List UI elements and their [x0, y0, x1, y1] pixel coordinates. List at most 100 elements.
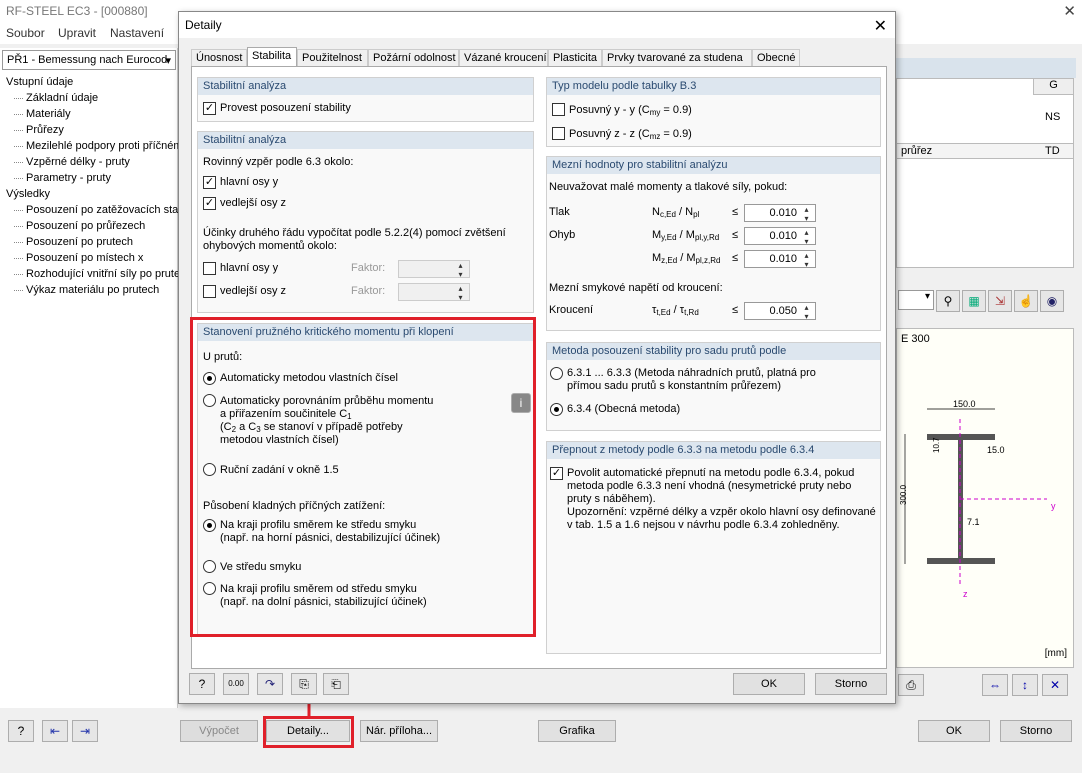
main-axis-checkbox[interactable]: ✓	[203, 176, 216, 189]
minor-axis-checkbox[interactable]: ✓	[203, 197, 216, 210]
calc-button[interactable]: Výpočet	[180, 720, 258, 742]
tree-item[interactable]: Posouzení po místech x	[0, 250, 178, 266]
group-member-set-method: Metoda posouzení stability pro sadu prut…	[546, 342, 881, 431]
export-arrow-icon[interactable]: ⇥	[72, 720, 98, 742]
stability-check-checkbox[interactable]: ✓	[203, 102, 216, 115]
units-icon[interactable]: 0.00	[223, 673, 249, 695]
main-axis-label: hlavní osy y	[220, 176, 279, 188]
tree-item[interactable]: Materiály	[0, 106, 178, 122]
print-icon[interactable]: ⎙	[898, 674, 924, 696]
tree-item[interactable]: Základní údaje	[0, 90, 178, 106]
tree-item[interactable]: Posouzení po prutech	[0, 234, 178, 250]
tab-obecne[interactable]: Obecné	[752, 49, 800, 67]
sway-yy-checkbox[interactable]	[552, 103, 565, 116]
group-header: Mezní hodnoty pro stabilitní analýzu	[547, 157, 880, 174]
dialog-ok-button[interactable]: OK	[733, 673, 805, 695]
svg-text:15.0: 15.0	[987, 445, 1005, 455]
group-header: Přepnout z metody podle 6.3.3 na metodu …	[547, 442, 880, 459]
export-icon[interactable]: ⇲	[988, 290, 1012, 312]
group-header: Stabilitní analýza	[198, 132, 533, 149]
menu-soubor[interactable]: Soubor	[6, 26, 45, 40]
eye-icon[interactable]: ◉	[1040, 290, 1064, 312]
tree-item[interactable]: Výsledky	[0, 186, 178, 202]
shear-label: Mezní smykové napětí od kroucení:	[549, 282, 723, 294]
save-defaults-icon[interactable]: ⎗	[323, 673, 349, 695]
help-icon[interactable]: ?	[189, 673, 215, 695]
dimension-icon[interactable]: ⇔	[982, 674, 1008, 696]
ratio-tau-input[interactable]: 0.050	[744, 302, 816, 321]
sway-zz-checkbox[interactable]	[552, 127, 565, 140]
cell-ns: NS	[1045, 111, 1061, 123]
tree-item[interactable]: Rozhodující vnitřní síly po prute	[0, 266, 178, 282]
ratio-my-input[interactable]: 0.010	[744, 227, 816, 246]
pointer-icon[interactable]: ☝	[1014, 290, 1038, 312]
tree-item[interactable]: Posouzení po zatěžovacích stav	[0, 202, 178, 218]
factor-y-input[interactable]	[398, 260, 470, 279]
le-sign: ≤	[732, 206, 739, 218]
load-defaults-icon[interactable]: ⎘	[291, 673, 317, 695]
tree-item[interactable]: Posouzení po průřezech	[0, 218, 178, 234]
annex-button[interactable]: Nár. příloha...	[360, 720, 438, 742]
import-icon[interactable]: ⇤	[42, 720, 68, 742]
tree-item[interactable]: Průřezy	[0, 122, 178, 138]
auto-switch-label-3: pruty s náběhem).	[567, 493, 656, 505]
dialog-cancel-button[interactable]: Storno	[815, 673, 887, 695]
tab-prvky-za-studena[interactable]: Prvky tvarované za studena	[602, 49, 752, 67]
section-drawing: E 300 150.0 300.0 10.7 15.0 7.1 y z [mm]	[896, 328, 1074, 668]
cancel-button[interactable]: Storno	[1000, 720, 1072, 742]
tab-pozarni-odolnost[interactable]: Požární odolnost	[368, 49, 459, 67]
critical-moment-highlight	[190, 317, 536, 637]
svg-text:y: y	[1051, 501, 1056, 511]
menu-nastaveni[interactable]: Nastavení	[110, 26, 164, 40]
ok-button[interactable]: OK	[918, 720, 990, 742]
auto-switch-label-2: metoda podle 6.3.3 není vhodná (nesymetr…	[567, 480, 852, 492]
tab-pouzitelnost[interactable]: Použitelnost	[297, 49, 368, 67]
details-dialog: Detaily ✕ Únosnost Stabilita Použitelnos…	[178, 11, 896, 704]
auto-switch-checkbox[interactable]: ✓	[550, 467, 563, 480]
minor-axis-label: vedlejší osy z	[220, 197, 287, 209]
factor-z-input[interactable]	[398, 283, 470, 302]
graphics-button[interactable]: Grafika	[538, 720, 616, 742]
axes-icon[interactable]: ↕	[1012, 674, 1038, 696]
reset-icon[interactable]: ↷	[257, 673, 283, 695]
help-icon[interactable]: ?	[8, 720, 34, 742]
tree-item[interactable]: Mezilehlé podpory proti příčném	[0, 138, 178, 154]
tree-item[interactable]: Výkaz materiálu po prutech	[0, 282, 178, 298]
factor-label: Faktor:	[351, 285, 386, 297]
minor-axis-2-checkbox[interactable]	[203, 285, 216, 298]
tree-item[interactable]: Parametry - pruty	[0, 170, 178, 186]
stability-check-label: Provest posouzení stability	[220, 102, 351, 114]
tree-item[interactable]: Vstupní údaje	[0, 74, 178, 90]
close-icon[interactable]: ✕	[1063, 2, 1076, 20]
tab-vazane-krouceni[interactable]: Vázané kroucení	[459, 49, 548, 67]
unit-label: [mm]	[1044, 648, 1067, 659]
main-axis-2-checkbox[interactable]	[203, 262, 216, 275]
tree-item[interactable]: Vzpěrné délky - pruty	[0, 154, 178, 170]
group-limit-values: Mezní hodnoty pro stabilitní analýzu Neu…	[546, 156, 881, 331]
auto-switch-label: Povolit automatické přepnutí na metodu p…	[567, 467, 855, 479]
note-label-2: v tab. 1.5 a 1.6 nejsou v návrhu podle 6…	[567, 519, 840, 531]
tab-unosnost[interactable]: Únosnost	[191, 49, 247, 67]
le-sign: ≤	[732, 252, 739, 264]
chevron-down-icon: ▾	[165, 55, 171, 67]
tab-plasticita[interactable]: Plasticita	[548, 49, 602, 67]
dialog-title: Detaily	[179, 12, 895, 38]
navigator-tree: Vstupní údaje Základní údaje Materiály P…	[0, 74, 178, 298]
method-equivalent-radio[interactable]	[550, 367, 563, 380]
ratio-n-input[interactable]: 0.010	[744, 204, 816, 223]
method-general-radio[interactable]	[550, 403, 563, 416]
tab-stabilita[interactable]: Stabilita	[247, 47, 297, 68]
i-beam-drawing: 150.0 300.0 10.7 15.0 7.1 y z	[899, 399, 1056, 599]
ratio-mz-input[interactable]: 0.010	[744, 250, 816, 269]
filter-icon[interactable]: ⚲	[936, 290, 960, 312]
details-highlight	[263, 716, 354, 748]
case-select[interactable]: PŘ1 - Bemessung nach Eurocod ▾	[2, 50, 176, 70]
excel-icon[interactable]: ▦	[962, 290, 986, 312]
group-method-switch: Přepnout z metody podle 6.3.3 na metodu …	[546, 441, 881, 654]
menu-upravit[interactable]: Upravit	[58, 26, 96, 40]
cell-td: TD	[1045, 145, 1060, 157]
view-select[interactable]: ▾	[898, 290, 934, 310]
tools-icon[interactable]: ✕	[1042, 674, 1068, 696]
case-select-value: PŘ1 - Bemessung nach Eurocod	[7, 54, 168, 66]
close-icon[interactable]: ✕	[874, 16, 887, 36]
